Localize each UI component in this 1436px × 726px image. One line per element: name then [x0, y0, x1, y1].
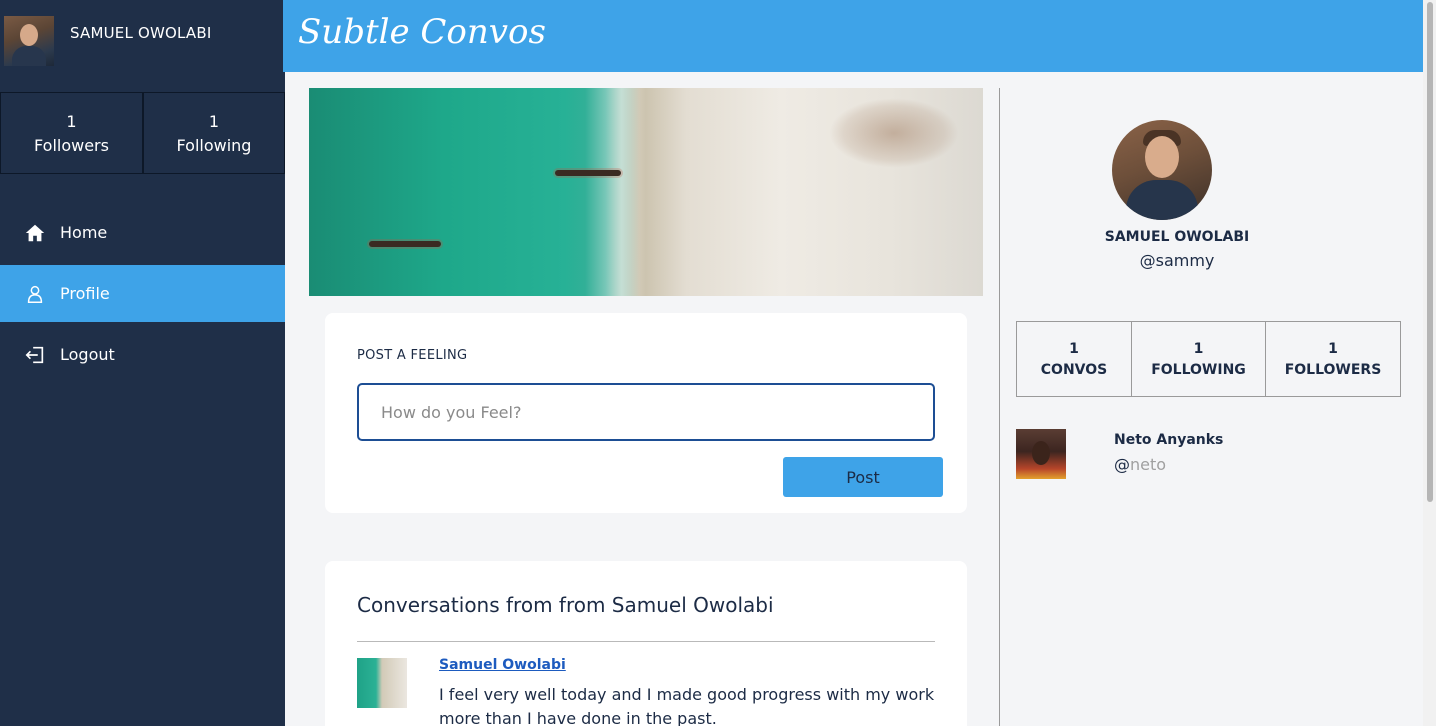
following-label: FOLLOWING: [1151, 362, 1246, 378]
convos-label: CONVOS: [1040, 362, 1108, 378]
sidebar-user-name: SAMUEL OWOLABI: [70, 24, 212, 42]
followers-label: Followers: [34, 136, 109, 155]
profile-stats: 1 CONVOS 1 FOLLOWING 1 FOLLOWERS: [1016, 321, 1401, 397]
profile-followers-stat[interactable]: 1 FOLLOWERS: [1266, 321, 1401, 397]
profile-name: SAMUEL OWOLABI: [1104, 229, 1250, 245]
sidebar-following-stat[interactable]: 1 Following: [143, 92, 285, 174]
post-feeling-card: POST A FEELING Post: [325, 313, 967, 513]
sidebar-item-home[interactable]: Home: [0, 204, 285, 261]
post-feeling-label: POST A FEELING: [357, 348, 468, 363]
feeling-input[interactable]: [357, 383, 935, 441]
followers-count: 1: [1328, 341, 1338, 357]
sidebar-stats: 1 Followers 1 Following: [0, 92, 285, 174]
followers-count: 1: [66, 112, 77, 131]
handle-at-sign: @: [1114, 455, 1130, 474]
top-header: Subtle Convos: [283, 0, 1423, 72]
home-icon: [24, 222, 46, 244]
user-icon: [24, 283, 46, 305]
profile-handle: @sammy: [1139, 251, 1215, 270]
following-label: Following: [176, 136, 252, 155]
post-button[interactable]: Post: [783, 457, 943, 497]
handle-name: neto: [1130, 455, 1167, 474]
profile-avatar[interactable]: [1112, 120, 1212, 220]
sidebar-item-profile[interactable]: Profile: [0, 265, 285, 322]
suggested-user-handle: @neto: [1114, 455, 1166, 474]
sidebar-user: SAMUEL OWOLABI: [0, 0, 285, 72]
sidebar-item-label: Profile: [60, 284, 110, 303]
following-count: 1: [208, 112, 220, 131]
conversation-avatar[interactable]: [357, 658, 407, 708]
sidebar: SAMUEL OWOLABI 1 Followers 1 Following H…: [0, 0, 285, 726]
conversation-text: I feel very well today and I made good p…: [439, 685, 935, 726]
followers-label: FOLLOWERS: [1284, 362, 1382, 378]
sidebar-followers-stat[interactable]: 1 Followers: [0, 92, 143, 174]
suggested-user-avatar[interactable]: [1016, 429, 1066, 479]
sidebar-item-label: Home: [60, 223, 108, 242]
conversation-author-link[interactable]: Samuel Owolabi: [439, 657, 566, 673]
logout-icon: [24, 344, 46, 366]
cover-image: [309, 88, 983, 296]
profile-convos-stat[interactable]: 1 CONVOS: [1016, 321, 1132, 397]
sidebar-item-label: Logout: [60, 345, 115, 364]
sidebar-avatar[interactable]: [4, 16, 54, 66]
following-count: 1: [1193, 341, 1204, 357]
convos-count: 1: [1069, 341, 1079, 357]
page-scrollbar[interactable]: [1423, 0, 1436, 726]
conversations-title: Conversations from from Samuel Owolabi: [357, 593, 774, 617]
profile-following-stat[interactable]: 1 FOLLOWING: [1132, 321, 1266, 397]
app-logo-title[interactable]: Subtle Convos: [298, 12, 546, 52]
divider: [357, 641, 935, 642]
sidebar-nav: Home Profile Logout: [0, 204, 285, 387]
sidebar-item-logout[interactable]: Logout: [0, 326, 285, 383]
suggested-user-name[interactable]: Neto Anyanks: [1114, 432, 1223, 448]
panel-divider: [999, 88, 1000, 726]
scrollbar-thumb[interactable]: [1427, 2, 1433, 502]
conversations-card: Conversations from from Samuel Owolabi S…: [325, 561, 967, 726]
